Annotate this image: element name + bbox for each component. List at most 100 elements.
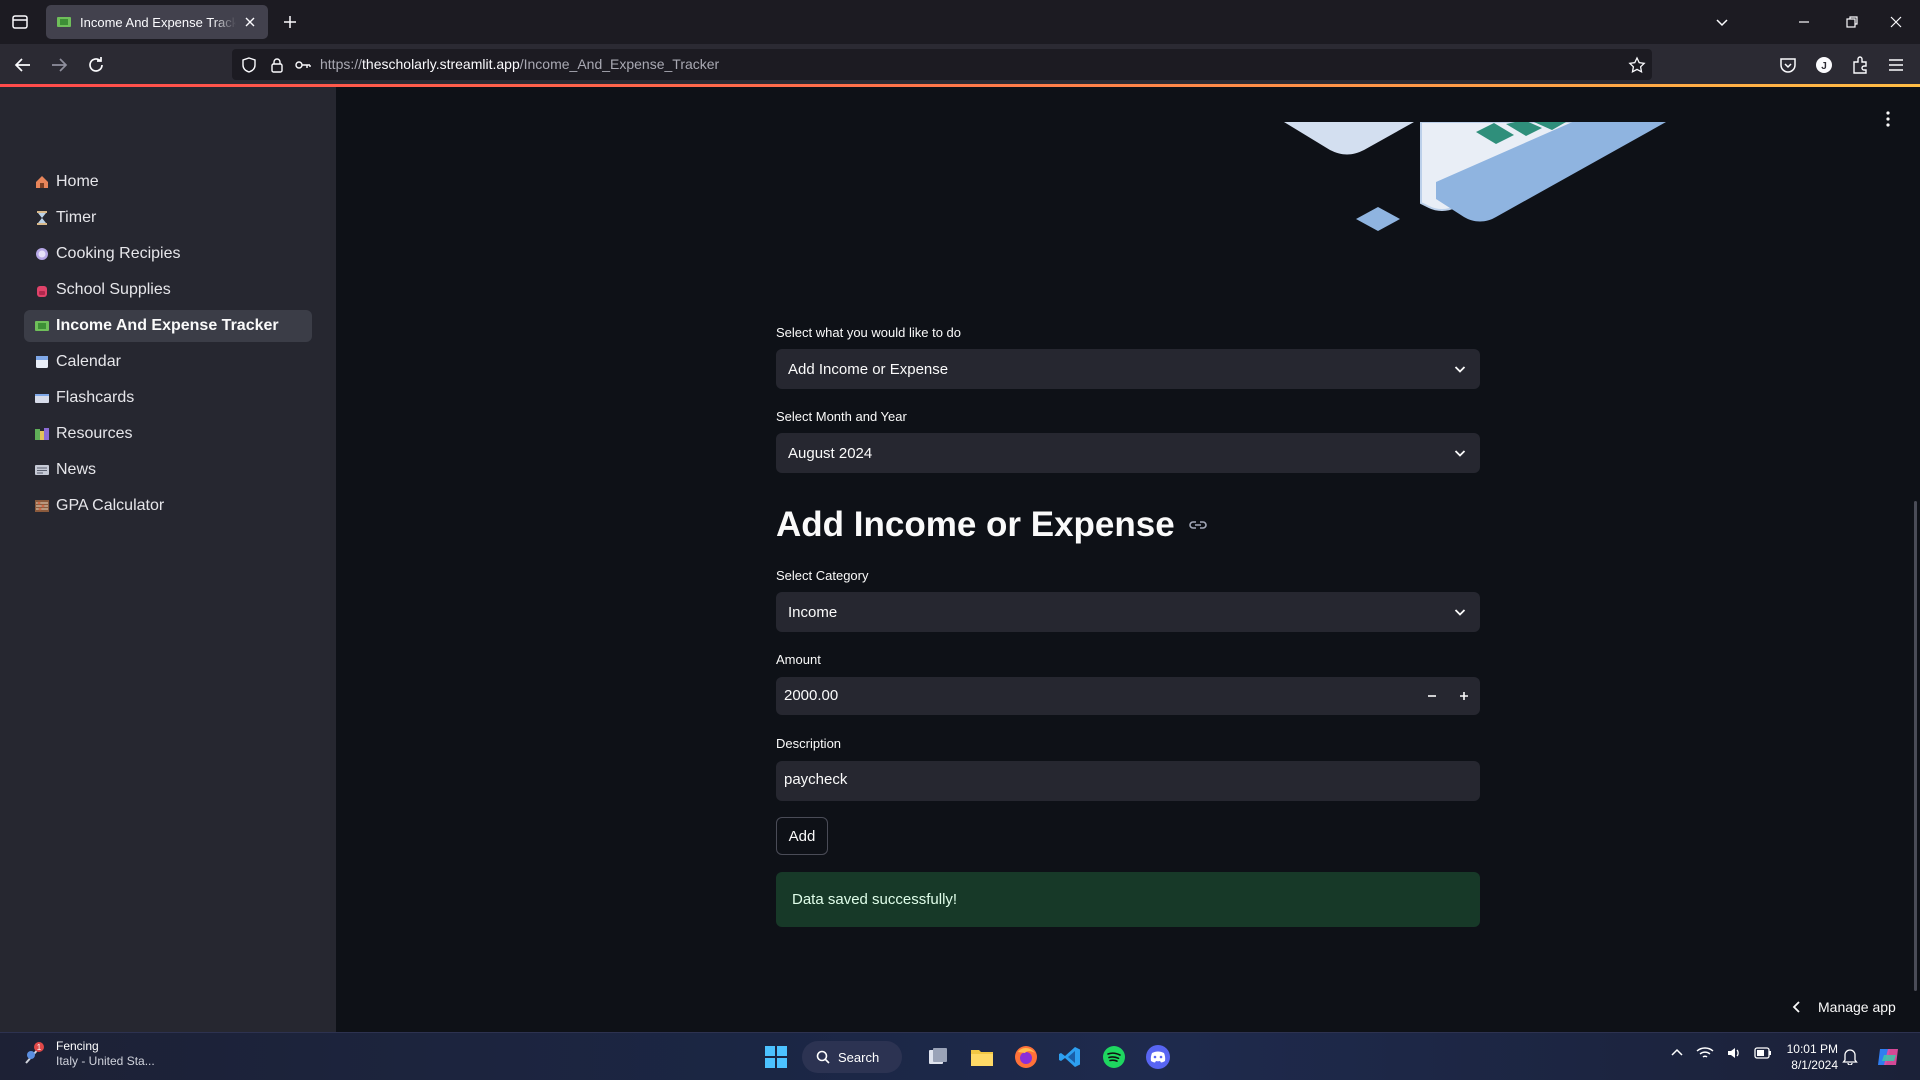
- file-explorer-icon[interactable]: [964, 1039, 1000, 1075]
- vscode-icon[interactable]: [1052, 1039, 1088, 1075]
- chevron-down-icon[interactable]: [1712, 12, 1732, 32]
- money-icon: [35, 321, 49, 331]
- bookmark-star-icon[interactable]: [1628, 56, 1646, 74]
- taskbar-search-label: Search: [838, 1049, 880, 1065]
- spotify-icon[interactable]: [1096, 1039, 1132, 1075]
- calendar-icon: [36, 356, 48, 368]
- weather-text: Fencing Italy - United Sta...: [56, 1039, 155, 1069]
- section-heading-text: Add Income or Expense: [776, 505, 1175, 544]
- amount-number-input[interactable]: 2000.00: [776, 677, 1480, 715]
- volume-icon[interactable]: [1726, 1045, 1742, 1061]
- sidebar-item-resources[interactable]: Resources: [24, 418, 312, 450]
- house-icon: [36, 176, 48, 188]
- sidebar-item-label: News: [56, 461, 97, 478]
- windows-start-icon[interactable]: [758, 1039, 794, 1075]
- close-icon[interactable]: [242, 14, 258, 30]
- sidebar-item-calendar[interactable]: Calendar: [24, 346, 312, 378]
- main-content: Select what you would like to do Add Inc…: [336, 87, 1920, 1032]
- sidebar-item-news[interactable]: News: [24, 454, 312, 486]
- description-input[interactable]: paycheck: [776, 761, 1480, 801]
- amount-label: Amount: [776, 652, 821, 667]
- wifi-icon[interactable]: [1696, 1045, 1714, 1061]
- minus-icon: [1428, 695, 1436, 697]
- taskbar-search[interactable]: Search: [802, 1041, 902, 1073]
- hourglass-icon: [37, 211, 47, 225]
- description-value[interactable]: paycheck: [784, 771, 847, 788]
- month-year-select[interactable]: August 2024: [776, 433, 1480, 473]
- month-select-label: Select Month and Year: [776, 409, 907, 424]
- sidebar: Home Timer Cooking Recipies School Suppl…: [0, 87, 336, 1032]
- discord-icon[interactable]: [1140, 1039, 1176, 1075]
- manage-app-label: Manage app: [1818, 999, 1896, 1015]
- sidebar-item-label: GPA Calculator: [56, 497, 165, 514]
- anchor-link-icon[interactable]: [1187, 514, 1209, 536]
- sidebar-item-timer[interactable]: Timer: [24, 202, 312, 234]
- new-tab-icon[interactable]: [280, 12, 300, 32]
- add-button[interactable]: Add: [776, 817, 828, 855]
- back-icon[interactable]: [12, 54, 34, 76]
- decrement-button[interactable]: [1416, 677, 1448, 715]
- action-select-label: Select what you would like to do: [776, 325, 961, 340]
- abacus-icon: [35, 500, 49, 512]
- sidebar-item-label: Flashcards: [56, 389, 135, 406]
- success-alert: Data saved successfully!: [776, 872, 1480, 927]
- forward-icon[interactable]: [48, 54, 70, 76]
- firefox-icon[interactable]: [1008, 1039, 1044, 1075]
- clock[interactable]: 10:01 PM 8/1/2024: [1784, 1041, 1838, 1073]
- lock-icon[interactable]: [268, 56, 286, 74]
- reload-icon[interactable]: [85, 54, 107, 76]
- minimize-icon[interactable]: [1794, 12, 1814, 32]
- browser-tab-active[interactable]: Income And Expense Tracker by: [46, 5, 268, 39]
- manage-app-button[interactable]: Manage app: [1790, 999, 1896, 1015]
- restore-icon[interactable]: [1842, 12, 1862, 32]
- weather-subtitle: Italy - United Sta...: [56, 1054, 155, 1068]
- description-label: Description: [776, 736, 842, 751]
- tab-list-icon[interactable]: [10, 12, 30, 32]
- sidebar-item-label: Home: [56, 173, 99, 190]
- sidebar-item-label: Income And Expense Tracker: [56, 317, 279, 334]
- sidebar-item-flashcards[interactable]: Flashcards: [24, 382, 312, 414]
- category-select[interactable]: Income: [776, 592, 1480, 632]
- action-select[interactable]: Add Income or Expense: [776, 349, 1480, 389]
- weather-badge: 1: [37, 1043, 42, 1052]
- browser-nav-bar: https://thescholarly.streamlit.app/Incom…: [0, 44, 1920, 85]
- weather-widget[interactable]: 1 Fencing Italy - United Sta...: [22, 1039, 155, 1069]
- category-select-label: Select Category: [776, 568, 869, 583]
- key-icon[interactable]: [294, 56, 312, 74]
- scrollbar[interactable]: [1914, 501, 1917, 991]
- hero-illustration: [1284, 122, 1666, 231]
- increment-button[interactable]: [1448, 677, 1480, 715]
- flashcard-icon: [35, 394, 49, 403]
- sidebar-item-label: Resources: [56, 425, 133, 442]
- account-icon[interactable]: J: [1813, 54, 1835, 76]
- more-options-icon[interactable]: [1878, 109, 1898, 129]
- sidebar-item-cooking-recipies[interactable]: Cooking Recipies: [24, 238, 312, 270]
- sidebar-item-home[interactable]: Home: [24, 166, 312, 198]
- copilot-icon[interactable]: [1874, 1043, 1902, 1071]
- fencing-icon: 1: [22, 1041, 48, 1067]
- url-bar[interactable]: https://thescholarly.streamlit.app/Incom…: [232, 49, 1652, 80]
- month-year-select-value: August 2024: [788, 444, 873, 462]
- notification-bell-icon[interactable]: [1842, 1047, 1858, 1065]
- pocket-icon[interactable]: [1777, 54, 1799, 76]
- url-text[interactable]: https://thescholarly.streamlit.app/Incom…: [320, 56, 719, 72]
- close-window-icon[interactable]: [1886, 12, 1906, 32]
- sidebar-item-school-supplies[interactable]: School Supplies: [24, 274, 312, 306]
- tab-title: Income And Expense Tracker by: [80, 14, 236, 30]
- windows-taskbar: 1 Fencing Italy - United Sta... Search 1…: [0, 1032, 1920, 1080]
- section-heading: Add Income or Expense: [776, 505, 1209, 545]
- plate-icon: [36, 248, 48, 260]
- system-tray: [1670, 1045, 1784, 1061]
- shield-icon[interactable]: [240, 56, 258, 74]
- extensions-icon[interactable]: [1849, 54, 1871, 76]
- battery-icon[interactable]: [1754, 1046, 1772, 1060]
- clock-time: 10:01 PM: [1786, 1042, 1838, 1056]
- menu-icon[interactable]: [1885, 54, 1907, 76]
- sidebar-item-income-and-expense-tracker[interactable]: Income And Expense Tracker: [24, 310, 312, 342]
- amount-value[interactable]: 2000.00: [784, 687, 838, 704]
- sidebar-item-gpa-calculator[interactable]: GPA Calculator: [24, 490, 312, 522]
- task-view-icon[interactable]: [920, 1039, 956, 1075]
- svg-text:J: J: [1821, 61, 1827, 72]
- chevron-up-icon[interactable]: [1670, 1046, 1684, 1060]
- books-icon: [35, 428, 49, 440]
